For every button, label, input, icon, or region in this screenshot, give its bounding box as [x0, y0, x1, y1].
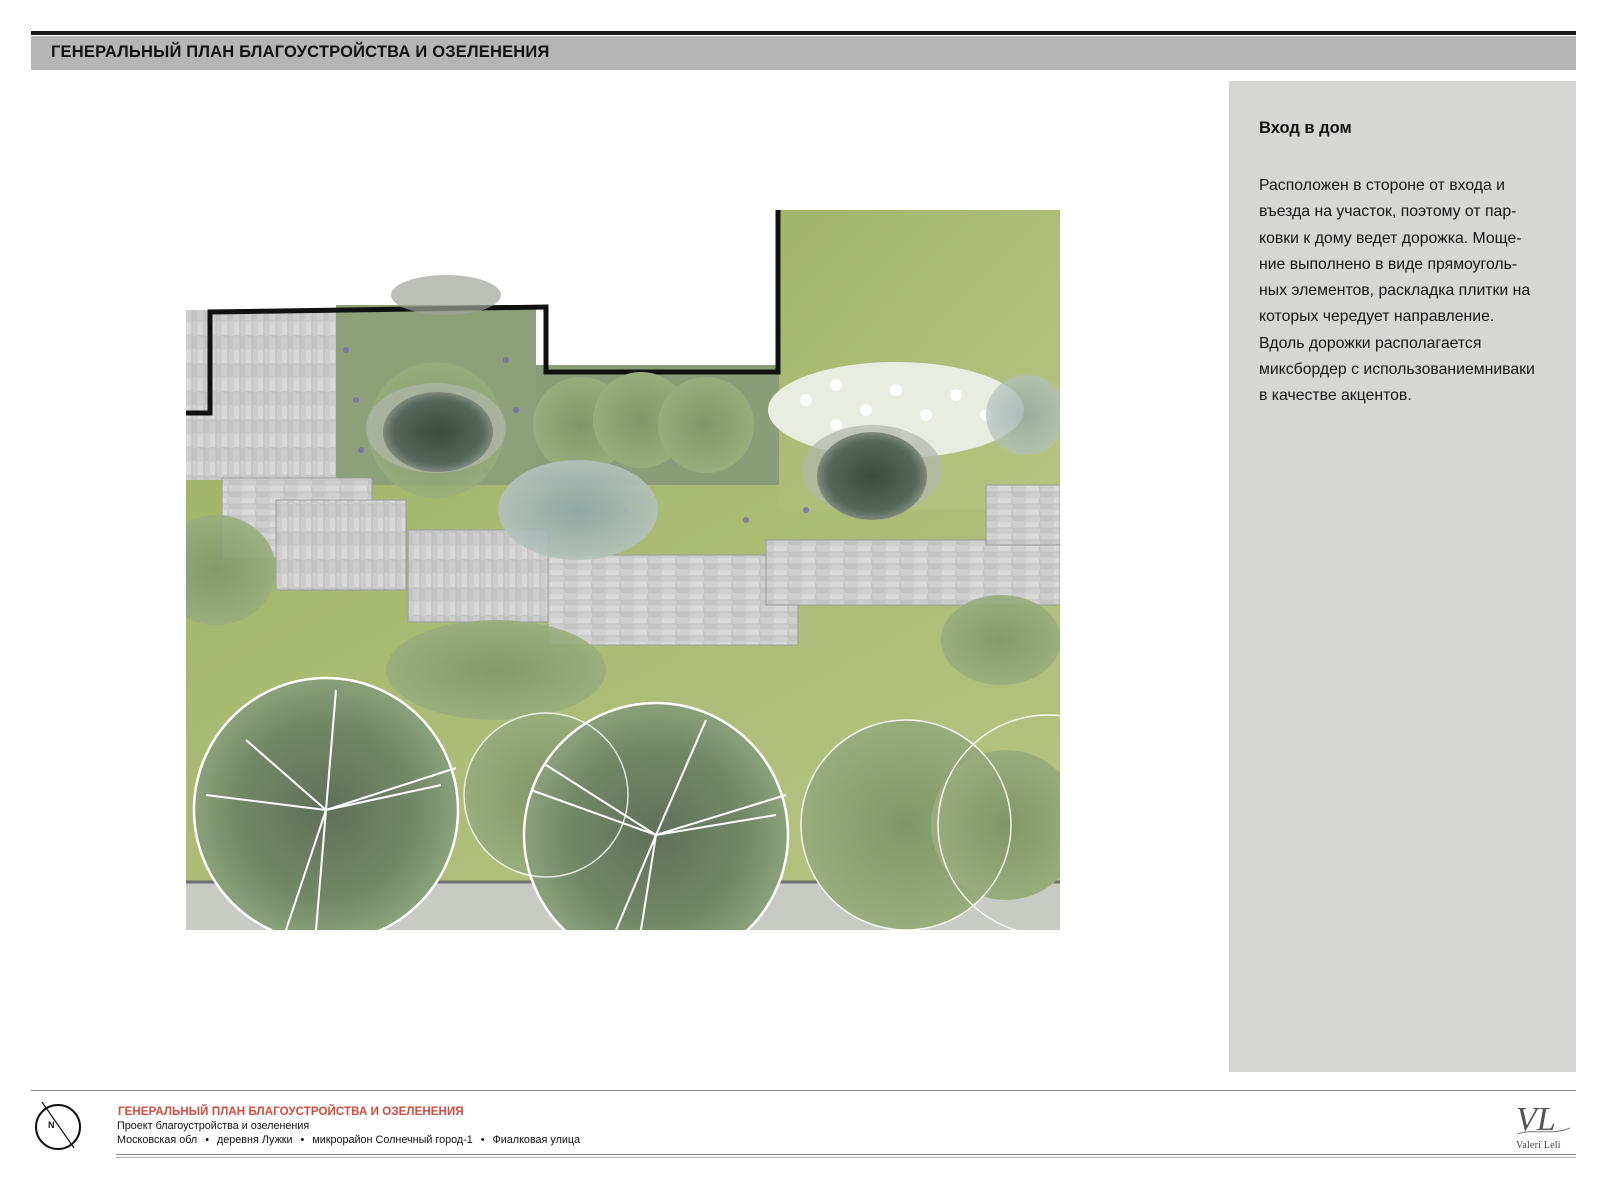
- address-separator: •: [300, 1134, 305, 1146]
- address-district: микрорайон Солнечный город-1: [312, 1134, 473, 1146]
- north-arrow-icon: N: [32, 1098, 84, 1152]
- compass-label: N: [48, 1120, 55, 1130]
- description-line: которых чередует направление.: [1259, 308, 1495, 326]
- address-village: деревня Лужки: [216, 1134, 293, 1146]
- description-line: въезда на участок, поэтому от пар-: [1259, 203, 1517, 221]
- footer-address: Московская обл • деревня Лужки • микрора…: [117, 1134, 580, 1146]
- footer-rule: [116, 1154, 1576, 1155]
- address-separator: •: [480, 1134, 485, 1146]
- description-line: ных элементов, раскладка плитки на: [1259, 282, 1531, 300]
- title-bar: ГЕНЕРАЛЬНЫЙ ПЛАН БЛАГОУСТРОЙСТВА И ОЗЕЛЕ…: [31, 31, 1576, 70]
- address-separator: •: [205, 1134, 209, 1146]
- footer-title: ГЕНЕРАЛЬНЫЙ ПЛАН БЛАГОУСТРОЙСТВА И ОЗЕЛЕ…: [118, 1106, 464, 1118]
- description-line: ковки к дому ведет дорожка. Моще-: [1259, 229, 1522, 247]
- description-line: ние выполнено в виде прямоуголь-: [1259, 255, 1518, 273]
- side-panel: Вход в дом Расположен в стороне от входа…: [1229, 81, 1576, 1072]
- description-line: миксбордер с использованиемниваки: [1259, 361, 1535, 379]
- description-line: в качестве акцентов.: [1259, 387, 1412, 405]
- footer-divider: [31, 1090, 1576, 1091]
- address-region: Московская обл: [117, 1134, 198, 1146]
- footer-subtitle: Проект благоустройства и озеленения: [117, 1120, 310, 1132]
- address-street: Фиалковая улица: [492, 1134, 581, 1146]
- side-heading: Вход в дом: [1259, 119, 1352, 137]
- description-line: Вдоль дорожки располагается: [1259, 334, 1482, 352]
- site-plan-image: [186, 210, 1060, 930]
- logo-name: Valeri Leli: [1516, 1140, 1561, 1151]
- side-description: Расположен в стороне от входа и въезда н…: [1259, 173, 1564, 410]
- page-title: ГЕНЕРАЛЬНЫЙ ПЛАН БЛАГОУСТРОЙСТВА И ОЗЕЛЕ…: [51, 43, 550, 61]
- footer-rule: [116, 1157, 1576, 1158]
- description-line: Расположен в стороне от входа и: [1259, 177, 1505, 194]
